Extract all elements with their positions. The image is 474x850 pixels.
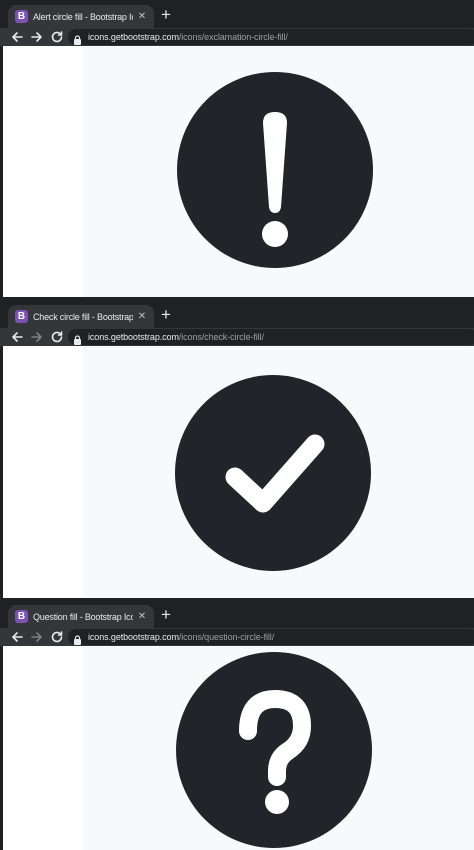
tab-strip: B Check circle fill - Bootstrap Icons ✕ … [0,300,474,328]
browser-window-check: B Check circle fill - Bootstrap Icons ✕ … [0,300,474,598]
close-icon[interactable]: ✕ [136,310,148,323]
plus-icon[interactable]: + [158,6,174,24]
url-path: /icons/exclamation-circle-fill/ [178,32,288,42]
browser-toolbar: icons.getbootstrap.com/icons/exclamation… [0,28,474,46]
reload-icon[interactable] [50,330,64,344]
url-host: icons.getbootstrap.com [88,332,179,342]
reload-icon[interactable] [50,30,64,44]
forward-arrow-icon[interactable] [30,30,44,44]
url-text[interactable]: icons.getbootstrap.com/icons/question-ci… [88,631,274,643]
back-arrow-icon[interactable] [10,30,24,44]
url-host: icons.getbootstrap.com [88,632,179,642]
url-path: /icons/check-circle-fill/ [178,332,264,342]
bootstrap-favicon-icon: B [15,610,28,623]
question-circle-fill-icon [176,652,372,848]
close-icon[interactable]: ✕ [136,10,148,23]
close-icon[interactable]: ✕ [136,610,148,623]
tab-strip: B Alert circle fill - Bootstrap Icons ✕ … [0,0,474,28]
back-arrow-icon[interactable] [10,630,24,644]
lock-icon[interactable] [73,632,82,645]
active-tab[interactable]: B Alert circle fill - Bootstrap Icons ✕ [8,5,154,28]
forward-arrow-icon[interactable] [30,330,44,344]
url-text[interactable]: icons.getbootstrap.com/icons/check-circl… [88,331,264,343]
tab-title: Alert circle fill - Bootstrap Icons [33,12,133,22]
active-tab[interactable]: B Question fill - Bootstrap Icons ✕ [8,605,154,628]
lock-icon[interactable] [73,32,82,45]
browser-window-question: B Question fill - Bootstrap Icons ✕ + ic… [0,600,474,850]
address-bar[interactable]: icons.getbootstrap.com/icons/exclamation… [68,29,474,45]
bootstrap-favicon-icon: B [15,10,28,23]
browser-toolbar: icons.getbootstrap.com/icons/question-ci… [0,628,474,646]
window-edge [0,346,3,598]
browser-window-exclamation: B Alert circle fill - Bootstrap Icons ✕ … [0,0,474,297]
page-viewport [0,646,474,850]
address-bar[interactable]: icons.getbootstrap.com/icons/check-circl… [68,329,474,345]
url-text[interactable]: icons.getbootstrap.com/icons/exclamation… [88,31,288,43]
plus-icon[interactable]: + [158,306,174,324]
page-viewport [0,346,474,598]
url-host: icons.getbootstrap.com [88,32,179,42]
forward-arrow-icon[interactable] [30,630,44,644]
url-path: /icons/question-circle-fill/ [178,632,275,642]
tab-strip: B Question fill - Bootstrap Icons ✕ + [0,600,474,628]
check-circle-fill-icon [175,375,371,571]
page-viewport [0,46,474,297]
browser-toolbar: icons.getbootstrap.com/icons/check-circl… [0,328,474,346]
exclamation-circle-fill-icon [177,72,373,268]
window-edge [0,46,3,297]
tab-title: Question fill - Bootstrap Icons [33,612,133,622]
plus-icon[interactable]: + [158,606,174,624]
window-edge [0,646,3,850]
lock-icon[interactable] [73,332,82,345]
address-bar[interactable]: icons.getbootstrap.com/icons/question-ci… [68,629,474,645]
reload-icon[interactable] [50,630,64,644]
back-arrow-icon[interactable] [10,330,24,344]
active-tab[interactable]: B Check circle fill - Bootstrap Icons ✕ [8,305,154,328]
tab-title: Check circle fill - Bootstrap Icons [33,312,133,322]
bootstrap-favicon-icon: B [15,310,28,323]
